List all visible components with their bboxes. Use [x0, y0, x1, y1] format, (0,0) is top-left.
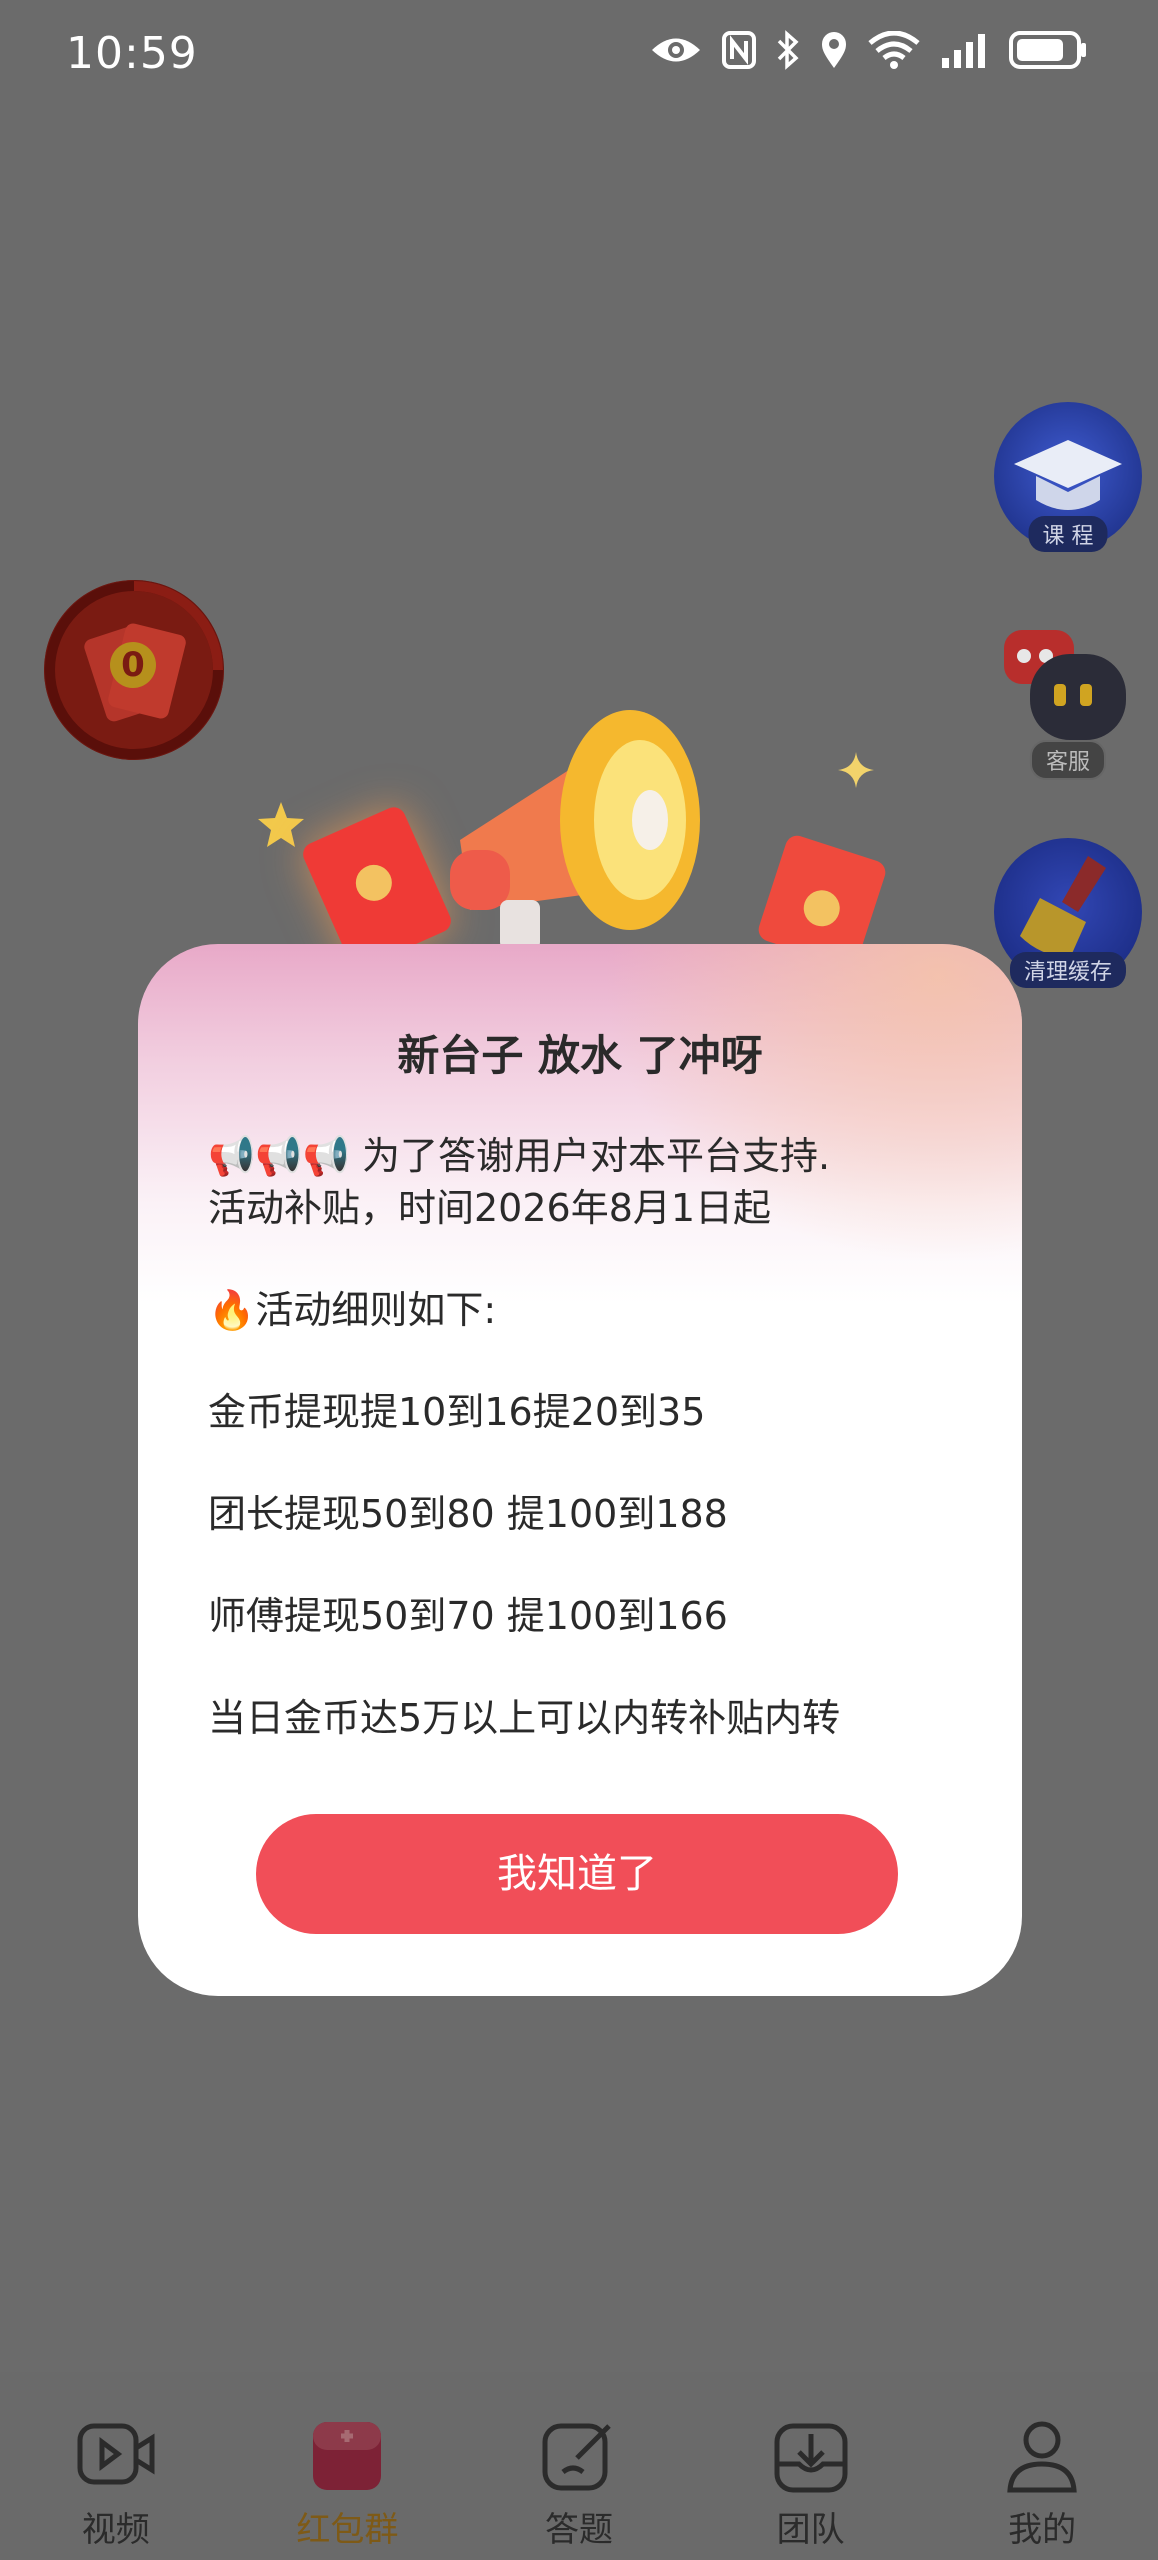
status-time: 10:59 [66, 28, 198, 79]
nav-label-red-envelope-group: 红包群 [296, 2510, 399, 2550]
cache-label: 清理缓存 [1009, 952, 1127, 988]
quiz-icon [542, 2423, 611, 2491]
rule-item: 团长提现50到80 提100到188 [208, 1492, 728, 1536]
status-bar: 10:59 [0, 0, 1158, 120]
dialog-body: 📢📢📢 为了答谢用户对本平台支持. 活动补贴，时间2026年8月1日起 🔥活动细… [208, 1130, 972, 1744]
team-icon [774, 2423, 848, 2493]
nav-item-team[interactable]: 团队 [695, 2372, 927, 2560]
red-envelope-icon [313, 2422, 382, 2490]
coin-counter: 0 [110, 642, 156, 688]
signal-icon [942, 34, 985, 68]
battery-icon [1009, 31, 1086, 69]
announcement-dialog: 新台子 放水 了冲呀 📢📢📢 为了答谢用户对本平台支持. 活动补贴，时间2026… [138, 944, 1022, 1996]
nav-label-profile: 我的 [1008, 2510, 1077, 2550]
nfc-icon [722, 31, 756, 69]
graduation-cap-icon: 课 程 [994, 402, 1142, 552]
bottom-nav: 视频 红包群 答题 团队 我的 [0, 2372, 1158, 2560]
sparkle-icon [838, 752, 874, 788]
rule-item: 当日金币达5万以上可以内转补贴内转 [208, 1696, 841, 1740]
rule-item: 师傅提现50到70 提100到166 [208, 1594, 728, 1638]
location-icon [822, 32, 846, 68]
service-label: 客服 [1029, 740, 1107, 780]
nav-label-video: 视频 [81, 2510, 150, 2550]
bluetooth-icon [777, 30, 799, 70]
rules-heading: 🔥活动细则如下: [208, 1288, 497, 1332]
nav-item-profile[interactable]: 我的 [926, 2372, 1158, 2560]
rule-item: 金币提现提10到16提20到35 [208, 1390, 706, 1434]
status-icons [650, 30, 1088, 70]
customer-service-button[interactable]: 客服 [994, 630, 1142, 780]
nav-item-video[interactable]: 视频 [0, 2372, 232, 2560]
nav-label-quiz: 答题 [544, 2510, 613, 2550]
video-icon [77, 2423, 155, 2485]
wifi-icon [868, 31, 920, 69]
nav-label-team: 团队 [776, 2510, 845, 2550]
intro-line-2: 活动补贴，时间2026年8月1日起 [208, 1186, 772, 1230]
got-it-button[interactable]: 我知道了 [256, 1814, 898, 1934]
star-icon [258, 802, 304, 847]
nav-item-quiz[interactable]: 答题 [463, 2372, 695, 2560]
dialog-title: 新台子 放水 了冲呀 [397, 1031, 763, 1080]
course-button[interactable]: 课 程 [994, 402, 1142, 552]
nav-item-red-envelope-group[interactable]: 红包群 [232, 2372, 464, 2560]
intro-line-1: 📢📢📢 为了答谢用户对本平台支持. [208, 1134, 831, 1178]
profile-icon [1007, 2421, 1077, 2493]
megaphone-icon [450, 710, 700, 950]
robot-icon: 客服 [994, 630, 1142, 780]
floating-red-envelope-widget[interactable]: 0 [44, 580, 224, 760]
course-label: 课 程 [1028, 516, 1108, 552]
eye-icon [652, 38, 700, 62]
